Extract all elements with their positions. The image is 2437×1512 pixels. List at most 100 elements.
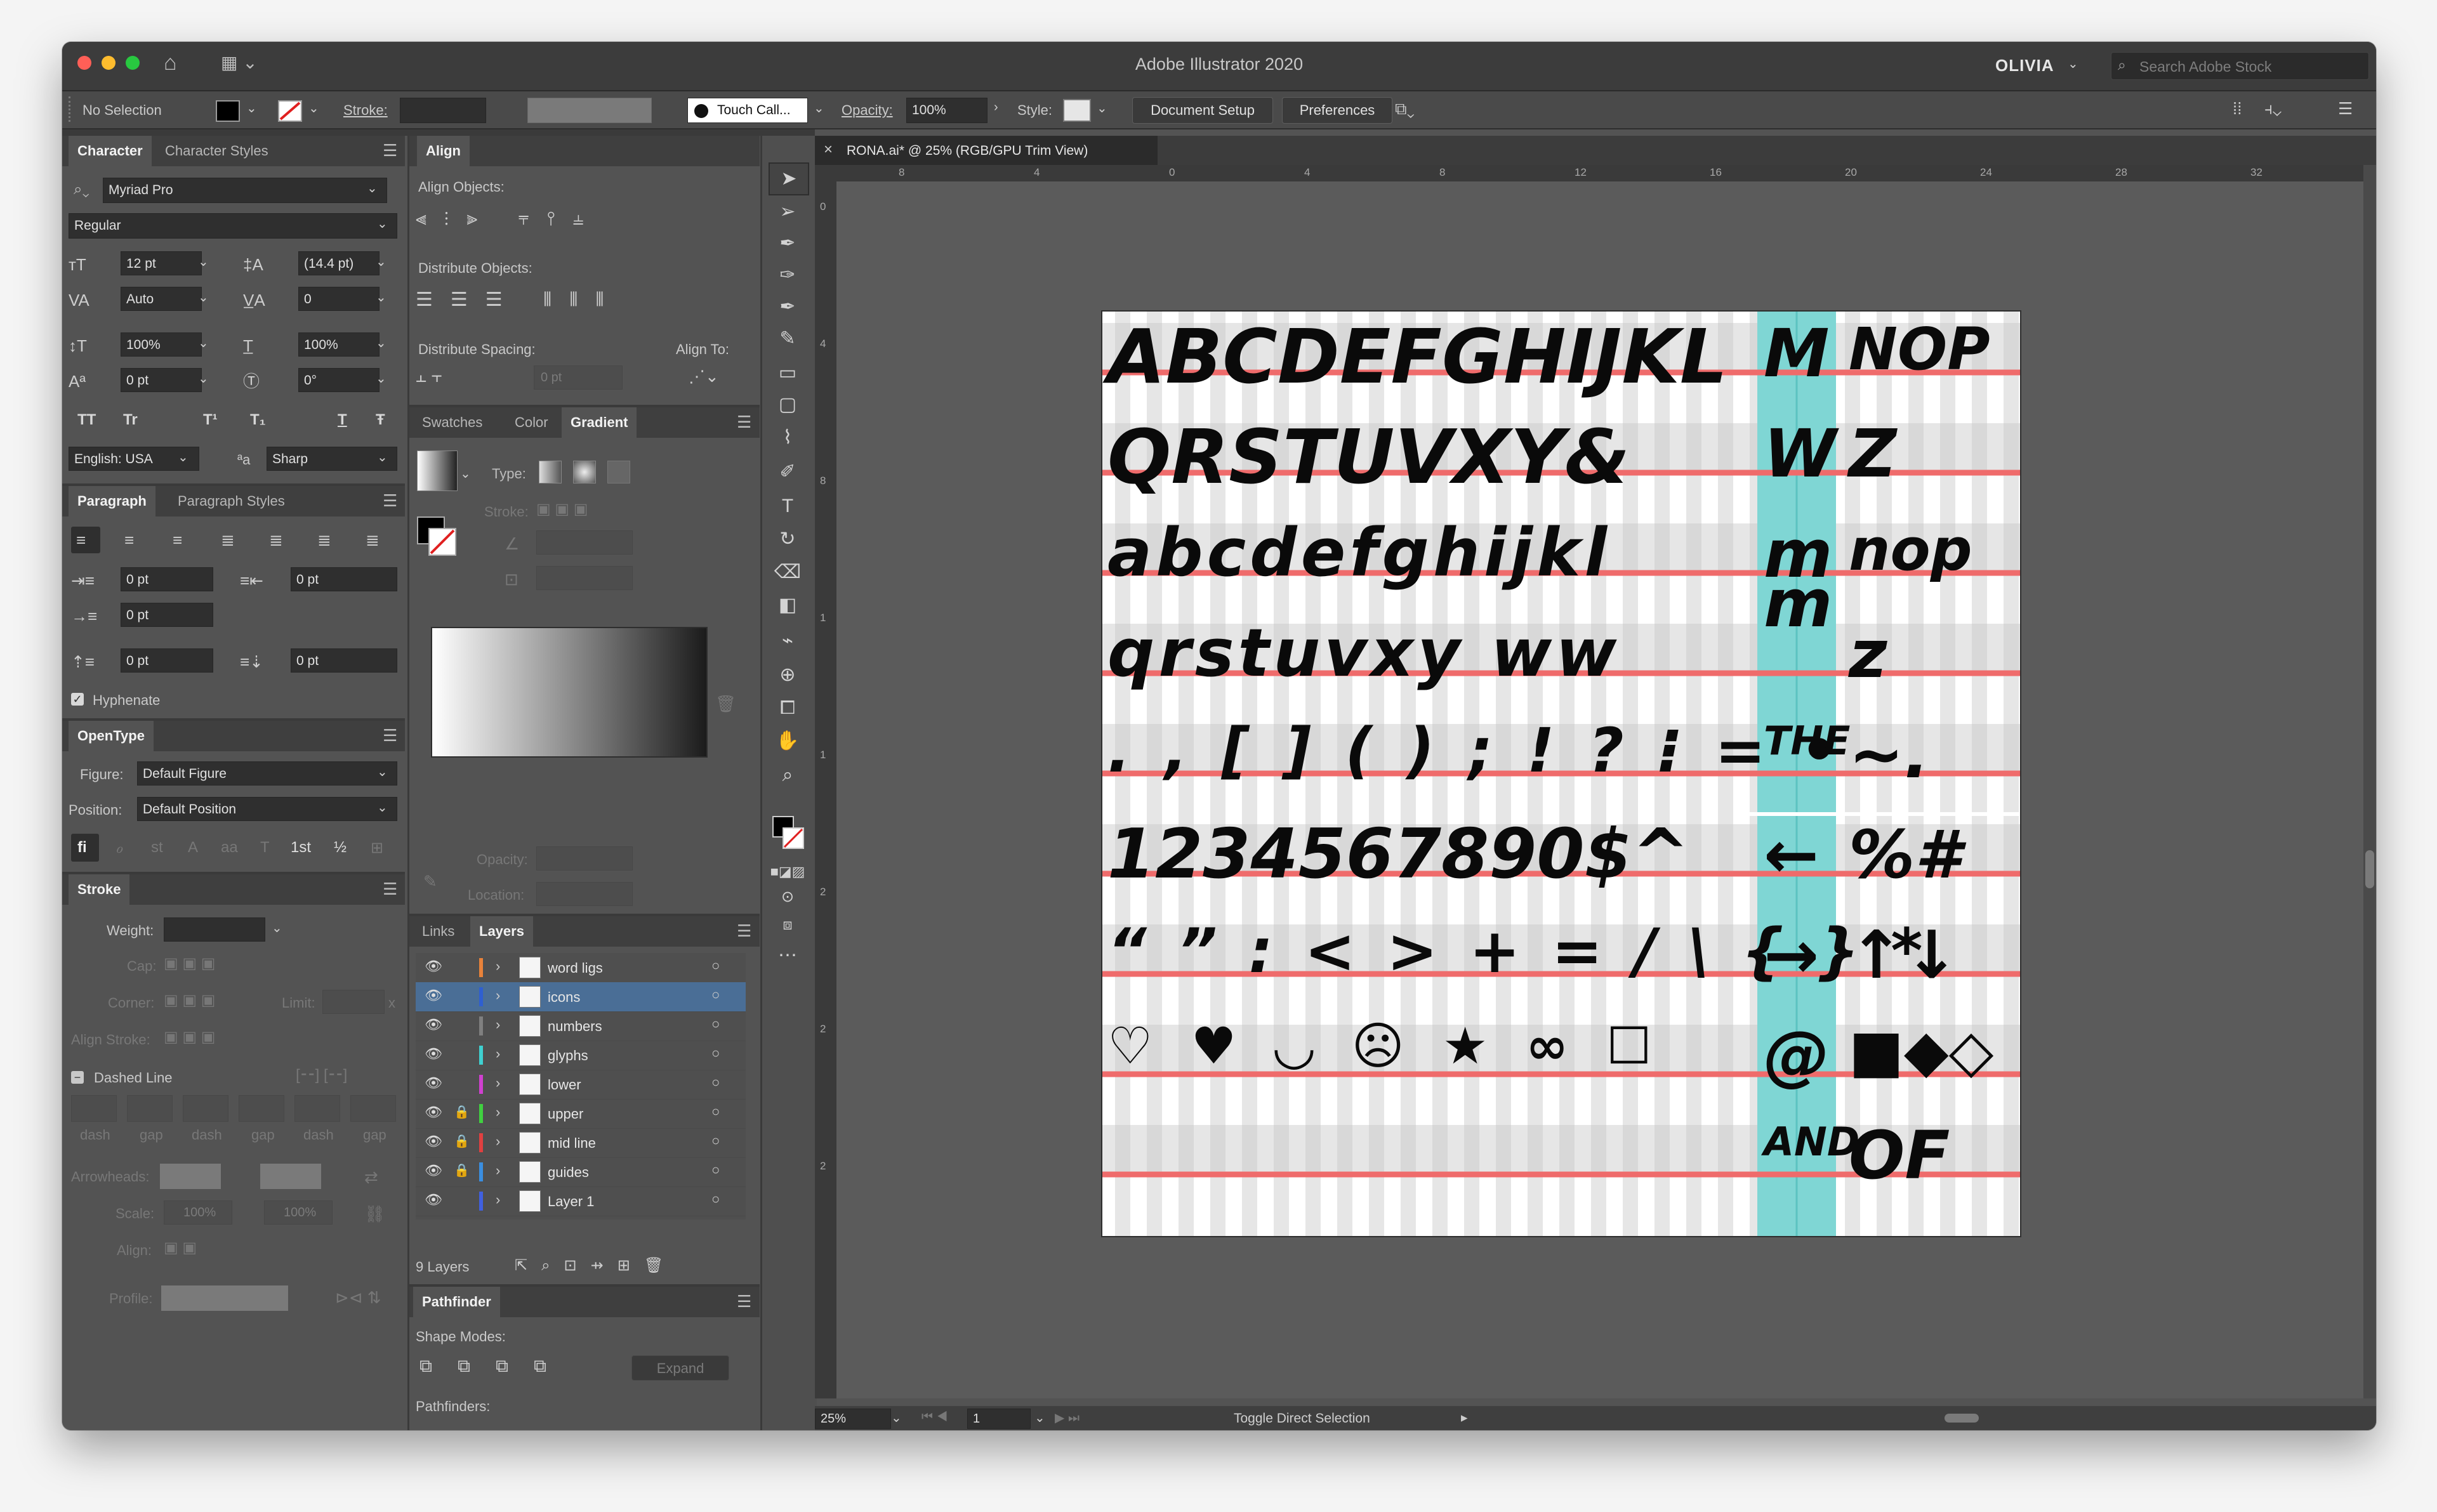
small-caps-button[interactable]: Tr bbox=[123, 411, 138, 429]
cap-buttons-icon[interactable]: ▣ ▣ ▣ bbox=[164, 954, 215, 973]
start-arrowhead-select[interactable] bbox=[160, 1164, 221, 1189]
close-tab-icon[interactable]: × bbox=[824, 141, 833, 159]
linear-gradient-type-button[interactable] bbox=[539, 461, 562, 483]
strikethrough-button[interactable]: Ŧ bbox=[376, 411, 385, 429]
gap-field-2[interactable] bbox=[239, 1095, 284, 1122]
target-circle-icon[interactable]: ○ bbox=[711, 987, 720, 1003]
layer-name[interactable]: Layer 1 bbox=[548, 1193, 594, 1210]
gradient-preview-swatch[interactable] bbox=[417, 450, 458, 491]
preferences-button[interactable]: Preferences bbox=[1282, 97, 1392, 124]
panel-menu-icon[interactable]: ☰ bbox=[737, 412, 751, 432]
underline-button[interactable]: T bbox=[338, 411, 347, 429]
layer-footer-buttons[interactable]: ⇱⌕⊡⇸⊞🗑 bbox=[515, 1256, 743, 1275]
expand-chevron-icon[interactable]: › bbox=[496, 958, 500, 975]
justify-center-icon[interactable]: ≣ bbox=[269, 530, 283, 549]
layer-row[interactable]: 👁 › glyphs ○ bbox=[416, 1041, 746, 1070]
figure-chevron-icon[interactable]: ⌄ bbox=[377, 764, 388, 780]
expand-chevron-icon[interactable]: › bbox=[496, 1104, 500, 1121]
flip-profile-icon[interactable]: ⊳⊲ ⇅ bbox=[335, 1288, 381, 1307]
layer-name[interactable]: numbers bbox=[548, 1018, 602, 1035]
expand-chevron-icon[interactable]: › bbox=[496, 1016, 500, 1033]
kerning-chevron-icon[interactable]: ⌄ bbox=[198, 289, 209, 305]
gradient-stroke-buttons[interactable]: ▣ ▣ ▣ bbox=[536, 500, 588, 519]
panel-menu-icon[interactable]: ☰ bbox=[383, 491, 397, 511]
tab-paragraph-styles[interactable]: Paragraph Styles bbox=[169, 486, 294, 516]
expand-chevron-icon[interactable]: › bbox=[496, 1133, 500, 1150]
expand-chevron-icon[interactable]: › bbox=[496, 1162, 500, 1179]
opacity-field[interactable]: 100% bbox=[906, 98, 987, 123]
tab-links[interactable]: Links bbox=[413, 916, 463, 947]
ordinals-button[interactable]: 1st bbox=[291, 839, 311, 857]
expand-chevron-icon[interactable]: › bbox=[496, 1046, 500, 1062]
layer-name[interactable]: upper bbox=[548, 1106, 583, 1122]
document-setup-button[interactable]: Document Setup bbox=[1132, 97, 1273, 124]
end-scale-field[interactable]: 100% bbox=[264, 1200, 333, 1225]
ellipse-tool-icon[interactable]: ▢ bbox=[769, 390, 807, 420]
stroke-dropdown-chevron-icon[interactable]: ⌄ bbox=[308, 100, 319, 116]
tab-align[interactable]: Align bbox=[417, 136, 470, 166]
hyphenate-checkbox[interactable]: ✓ bbox=[71, 693, 84, 706]
font-family-field[interactable]: Myriad Pro bbox=[103, 178, 387, 203]
leading-chevron-icon[interactable]: ⌄ bbox=[376, 254, 386, 270]
tab-layers[interactable]: Layers bbox=[470, 916, 533, 947]
font-family-chevron-icon[interactable]: ⌄ bbox=[367, 180, 378, 196]
layer-name[interactable]: mid line bbox=[548, 1135, 596, 1152]
font-style-field[interactable]: Regular bbox=[69, 213, 397, 239]
panel-menu-icon[interactable]: ☰ bbox=[737, 1292, 751, 1311]
font-size-field[interactable]: 12 pt bbox=[121, 251, 202, 275]
angle-field[interactable] bbox=[536, 530, 633, 555]
graphic-style-swatch[interactable] bbox=[1063, 99, 1091, 122]
superscript-button[interactable]: T¹ bbox=[203, 411, 218, 429]
tab-opentype[interactable]: OpenType bbox=[69, 721, 154, 751]
target-circle-icon[interactable]: ○ bbox=[711, 1191, 720, 1207]
target-circle-icon[interactable]: ○ bbox=[711, 1133, 720, 1149]
kerning-field[interactable]: Auto bbox=[121, 287, 202, 311]
vertical-scroll-thumb[interactable] bbox=[2365, 850, 2374, 888]
align-right-icon[interactable]: ≡ bbox=[173, 530, 182, 549]
fill-swatch[interactable] bbox=[216, 100, 240, 122]
vertical-scrollbar[interactable] bbox=[2363, 165, 2376, 1398]
gap-field-3[interactable] bbox=[350, 1095, 396, 1122]
expand-chevron-icon[interactable]: › bbox=[496, 1075, 500, 1091]
direct-selection-tool-icon[interactable]: ➢ bbox=[769, 197, 807, 227]
expand-chevron-icon[interactable]: › bbox=[496, 987, 500, 1004]
tab-paragraph[interactable]: Paragraph bbox=[69, 486, 155, 516]
spacing-value-field[interactable]: 0 pt bbox=[534, 365, 623, 390]
limit-field[interactable] bbox=[322, 990, 385, 1014]
position-chevron-icon[interactable]: ⌄ bbox=[377, 799, 388, 815]
layer-row[interactable]: 👁 🔒 › mid line ○ bbox=[416, 1128, 746, 1158]
variable-width-profile[interactable] bbox=[527, 98, 652, 123]
vertical-scale-field[interactable]: 100% bbox=[121, 332, 202, 357]
edit-toolbar-icon[interactable]: ⋯ bbox=[769, 940, 807, 971]
vertical-ruler[interactable]: 0 4 8 1 1 2 2 2 bbox=[815, 181, 836, 1398]
align-stroke-buttons-icon[interactable]: ▣ ▣ ▣ bbox=[164, 1028, 215, 1047]
stroke-color-box[interactable] bbox=[783, 827, 804, 849]
tab-stroke[interactable]: Stroke bbox=[69, 874, 130, 905]
rotate-tool-icon[interactable]: ↻ bbox=[769, 524, 807, 555]
layer-row[interactable]: 👁 🔒 › guides ○ bbox=[416, 1157, 746, 1187]
visibility-eye-icon[interactable]: 👁 bbox=[425, 1046, 442, 1062]
expand-chevron-icon[interactable]: › bbox=[496, 1192, 500, 1208]
gradient-tool-icon[interactable]: ◧ bbox=[769, 590, 807, 621]
tab-color[interactable]: Color bbox=[506, 407, 557, 438]
subscript-button[interactable]: T₁ bbox=[250, 411, 266, 429]
anti-aliasing-chevron-icon[interactable]: ⌄ bbox=[377, 449, 388, 465]
discretionary-ligatures-button[interactable]: st bbox=[151, 839, 163, 857]
zoom-field[interactable]: 25% bbox=[815, 1409, 891, 1429]
type-tool-icon[interactable]: T bbox=[769, 491, 807, 522]
all-caps-button[interactable]: TT bbox=[77, 411, 96, 429]
pen-tool-icon[interactable]: ✒ bbox=[769, 228, 807, 259]
add-anchor-tool-icon[interactable]: ✒ bbox=[769, 292, 807, 322]
artboard-number-field[interactable]: 1 bbox=[967, 1409, 1031, 1429]
figure-field[interactable]: Default Figure bbox=[137, 761, 397, 786]
tracking-chevron-icon[interactable]: ⌄ bbox=[376, 289, 386, 305]
artboard[interactable]: ABCDEFGHIJKL QRSTUVXY& abcdefghijkl qrstuvx… bbox=[1102, 312, 2020, 1236]
arrange-documents-icon[interactable]: ⧉⌄ bbox=[1395, 99, 1415, 118]
artboard-nav-next-icons[interactable]: ▶ ⏭ bbox=[1055, 1410, 1080, 1426]
gradient-location-field[interactable] bbox=[536, 882, 633, 906]
baseline-shift-field[interactable]: 0 pt bbox=[121, 368, 202, 392]
shape-mode-buttons[interactable]: ⧉⧉⧉⧉ bbox=[419, 1357, 648, 1376]
stock-search-input[interactable]: ⌕ Search Adobe Stock bbox=[2111, 52, 2369, 80]
tab-character[interactable]: Character bbox=[69, 136, 152, 166]
baseline-shift-chevron-icon[interactable]: ⌄ bbox=[198, 371, 209, 386]
